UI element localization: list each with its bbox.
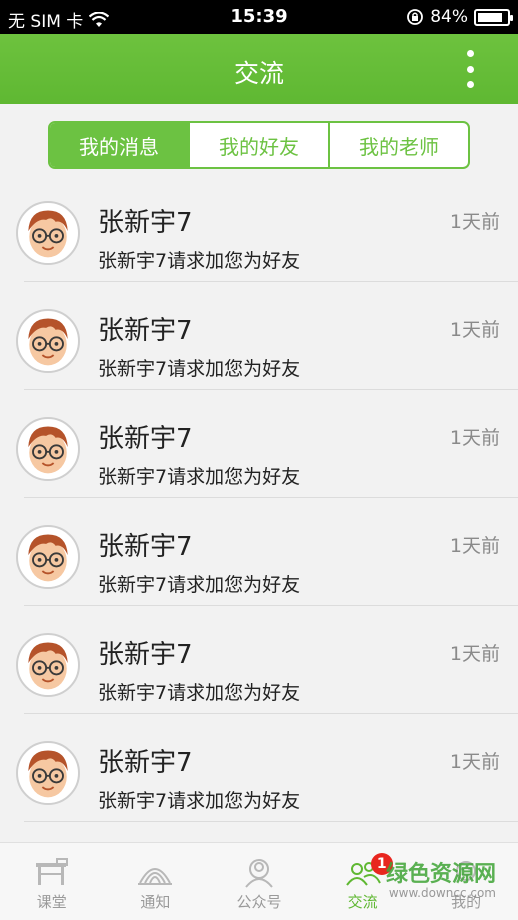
message-text: 张新宇7请求加您为好友 xyxy=(98,574,301,596)
list-item[interactable]: 张新宇7 1天前张新宇7请求加您为好友 xyxy=(0,606,518,714)
avatar[interactable] xyxy=(16,417,80,481)
public-account-icon xyxy=(245,859,273,888)
tab-my-teachers[interactable]: 我的老师 xyxy=(328,123,468,167)
avatar[interactable] xyxy=(16,525,80,589)
watermark-sub: www.downcc.com xyxy=(388,886,496,900)
message-time: 1天前 xyxy=(449,211,500,233)
message-time: 1天前 xyxy=(449,319,500,341)
notice-icon xyxy=(138,868,173,885)
dot-icon xyxy=(466,65,474,73)
tab-notice[interactable]: 通知 xyxy=(104,843,208,920)
status-bar: 无 SIM 卡 15:39 84% xyxy=(0,0,518,34)
list-item[interactable]: 张新宇7 1天前张新宇7请求加您为好友 xyxy=(0,498,518,606)
sender-name: 张新宇7 xyxy=(98,640,193,670)
message-time: 1天前 xyxy=(449,751,500,773)
message-text: 张新宇7请求加您为好友 xyxy=(98,358,301,380)
more-menu-button[interactable] xyxy=(462,50,478,88)
list-item[interactable]: 张新宇7 1天前张新宇7请求加您为好友 xyxy=(0,390,518,498)
message-time: 1天前 xyxy=(449,535,500,557)
sender-name: 张新宇7 xyxy=(98,748,193,778)
tab-label: 公众号 xyxy=(236,893,282,911)
classroom-icon xyxy=(35,858,68,885)
message-text: 张新宇7请求加您为好友 xyxy=(98,682,301,704)
divider xyxy=(24,821,518,822)
message-list: 张新宇7 1天前 张新宇7请求加您为好友 张新宇7 1天前 张新宇7请求加您为好友 张新… xyxy=(0,174,518,822)
message-time: 1天前 xyxy=(449,427,500,449)
battery-icon xyxy=(474,8,513,26)
avatar[interactable] xyxy=(16,309,80,373)
battery-percent: 84% xyxy=(430,7,468,27)
watermark-text: 绿色资源网 xyxy=(385,862,496,887)
tab-label: 交流 xyxy=(347,893,378,911)
tab-public-account[interactable]: 公众号 xyxy=(207,843,311,920)
message-text: 张新宇7请求加您为好友 xyxy=(98,250,301,272)
message-time: 1天前 xyxy=(449,643,500,665)
tab-my-friends[interactable]: 我的好友 xyxy=(188,123,328,167)
tab-label: 课堂 xyxy=(36,893,67,911)
sender-name: 张新宇7 xyxy=(98,532,193,562)
watermark: 绿色资源网 www.downcc.com xyxy=(386,856,496,900)
list-item[interactable]: 张新宇7 1天前张新宇7请求加您为好友 xyxy=(0,714,518,822)
orientation-lock-icon xyxy=(407,9,424,25)
list-item[interactable]: 张新宇7 1天前张新宇7请求加您为好友 xyxy=(0,282,518,390)
segment-control: 我的消息 我的好友 我的老师 xyxy=(48,121,470,169)
sender-name: 张新宇7 xyxy=(98,424,193,454)
avatar[interactable] xyxy=(16,201,80,265)
tab-label: 通知 xyxy=(140,893,171,911)
dot-icon xyxy=(466,50,474,57)
sender-name: 张新宇7 xyxy=(98,208,193,238)
tab-classroom[interactable]: 课堂 xyxy=(0,843,104,920)
app-header: 交流 xyxy=(0,34,518,104)
sender-name: 张新宇7 xyxy=(98,316,193,346)
dot-icon xyxy=(466,81,474,88)
list-item[interactable]: 张新宇7 1天前张新宇7请求加您为好友 xyxy=(0,174,518,282)
message-text: 张新宇7请求加您为好友 xyxy=(98,790,301,812)
page-title: 交流 xyxy=(233,59,284,88)
tab-my-messages[interactable]: 我的消息 xyxy=(50,123,188,167)
avatar[interactable] xyxy=(16,741,80,805)
avatar[interactable] xyxy=(16,633,80,697)
message-text: 张新宇7请求加您为好友 xyxy=(98,466,301,488)
